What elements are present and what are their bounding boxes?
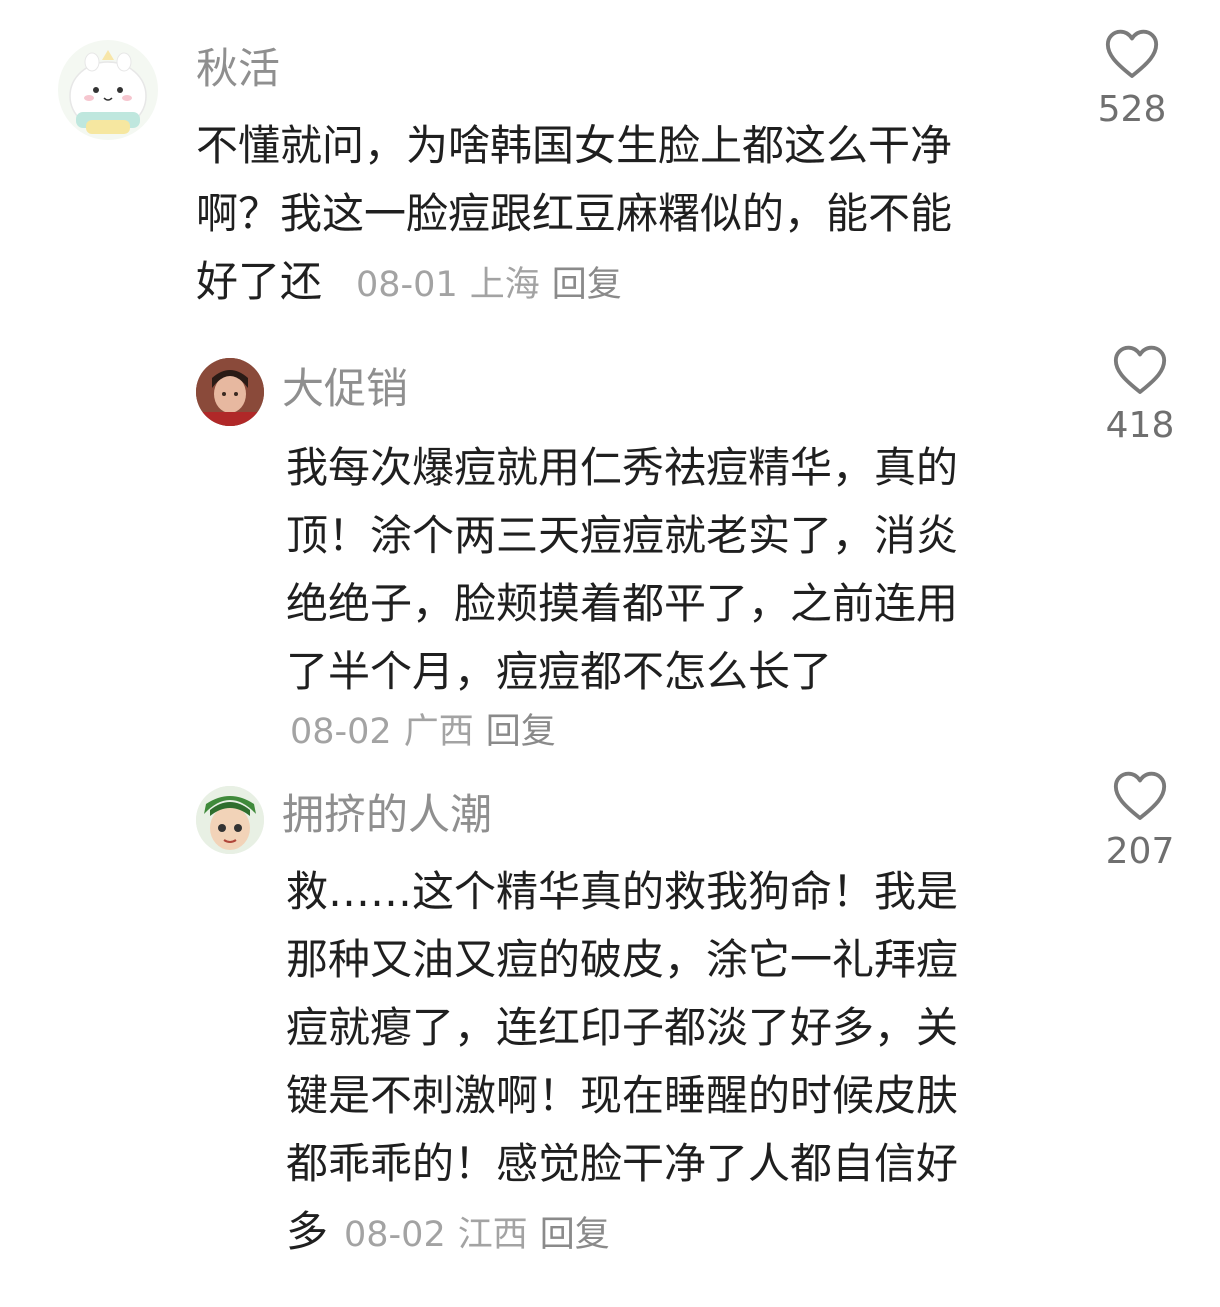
comment-date: 08-02 bbox=[290, 712, 392, 752]
like-button[interactable]: 207 bbox=[1085, 768, 1195, 872]
heart-icon bbox=[1113, 345, 1167, 394]
comment-text-line: 键是不刺激啊！现在睡醒的时候皮肤 bbox=[286, 1071, 959, 1120]
comment-meta: 08-02 广西 回复 bbox=[290, 710, 568, 754]
like-button[interactable]: 528 bbox=[1077, 26, 1187, 130]
comment-item: 秋活 不懂就问，为啥韩国女生脸上都这么干净 啊？我这一脸痘跟红豆麻糬似的，能不能… bbox=[0, 0, 1220, 330]
like-count: 207 bbox=[1105, 831, 1175, 872]
comment-text: 不懂就问，为啥韩国女生脸上都这么干净 啊？我这一脸痘跟红豆麻糬似的，能不能 好了… bbox=[196, 112, 952, 319]
comment-text-line: 好了还 08-01 上海 回复 bbox=[196, 248, 952, 319]
comment-text-line: 都乖乖的！感觉脸干净了人都自信好 bbox=[286, 1139, 959, 1188]
comment-location: 广西 bbox=[403, 712, 474, 752]
heart-icon bbox=[1105, 29, 1159, 78]
comment-text-line: 顶！涂个两三天痘痘就老实了，消炎 bbox=[286, 511, 959, 560]
comment-text-line: 啊？我这一脸痘跟红豆麻糬似的，能不能 bbox=[196, 189, 953, 238]
reply-button[interactable]: 回复 bbox=[486, 712, 556, 752]
comment-text-line: 多 08-02 江西 回复 bbox=[286, 1198, 958, 1269]
comment-text-line: 不懂就问，为啥韩国女生脸上都这么干净 bbox=[196, 121, 953, 170]
comment-text-tail: 多 bbox=[286, 1207, 329, 1256]
comment-item: 大促销 我每次爆痘就用仁秀祛痘精华，真的 顶！涂个两三天痘痘就老实了，消炎 绝绝… bbox=[0, 330, 1220, 760]
comment-author[interactable]: 拥挤的人潮 bbox=[282, 792, 492, 838]
comment-author[interactable]: 秋活 bbox=[196, 46, 280, 92]
comment-text-line: 绝绝子，脸颊摸着都平了，之前连用 bbox=[286, 579, 959, 628]
comment-date: 08-02 bbox=[344, 1215, 446, 1255]
avatar[interactable] bbox=[196, 786, 264, 854]
bunny-cartoon-avatar-icon bbox=[69, 50, 147, 134]
comment-text-line: 痘就瘪了，连红印子都淡了好多，关 bbox=[286, 1003, 959, 1052]
heart-icon bbox=[1113, 771, 1167, 820]
comment-text: 救……这个精华真的救我狗命！我是 那种又油又痘的破皮，涂它一礼拜痘 痘就瘪了，连… bbox=[286, 858, 958, 1269]
comment-meta: 08-02 江西 回复 bbox=[344, 1215, 622, 1255]
comment-text: 我每次爆痘就用仁秀祛痘精华，真的 顶！涂个两三天痘痘就老实了，消炎 绝绝子，脸颊… bbox=[286, 434, 958, 706]
comment-text-line: 救……这个精华真的救我狗命！我是 bbox=[286, 867, 959, 916]
comment-text-line: 那种又油又痘的破皮，涂它一礼拜痘 bbox=[286, 935, 959, 984]
comment-location: 上海 bbox=[469, 265, 540, 305]
comment-meta: 08-01 上海 回复 bbox=[356, 265, 634, 305]
anime-character-avatar-icon bbox=[196, 786, 264, 854]
comment-date: 08-01 bbox=[356, 265, 458, 305]
comment-location: 江西 bbox=[457, 1215, 528, 1255]
comment-text-tail: 好了还 bbox=[196, 257, 323, 306]
avatar[interactable] bbox=[196, 358, 264, 426]
reply-button[interactable]: 回复 bbox=[552, 265, 622, 305]
person-photo-avatar-icon bbox=[196, 358, 264, 426]
comment-text-line: 我每次爆痘就用仁秀祛痘精华，真的 bbox=[286, 443, 959, 492]
like-count: 418 bbox=[1105, 405, 1175, 446]
like-count: 528 bbox=[1097, 89, 1167, 130]
like-button[interactable]: 418 bbox=[1085, 342, 1195, 446]
comment-text-line: 了半个月，痘痘都不怎么长了 bbox=[286, 647, 833, 696]
comment-author[interactable]: 大促销 bbox=[282, 366, 408, 412]
comment-item: 拥挤的人潮 救……这个精华真的救我狗命！我是 那种又油又痘的破皮，涂它一礼拜痘 … bbox=[0, 760, 1220, 1307]
avatar[interactable] bbox=[58, 40, 158, 140]
reply-button[interactable]: 回复 bbox=[540, 1215, 610, 1255]
